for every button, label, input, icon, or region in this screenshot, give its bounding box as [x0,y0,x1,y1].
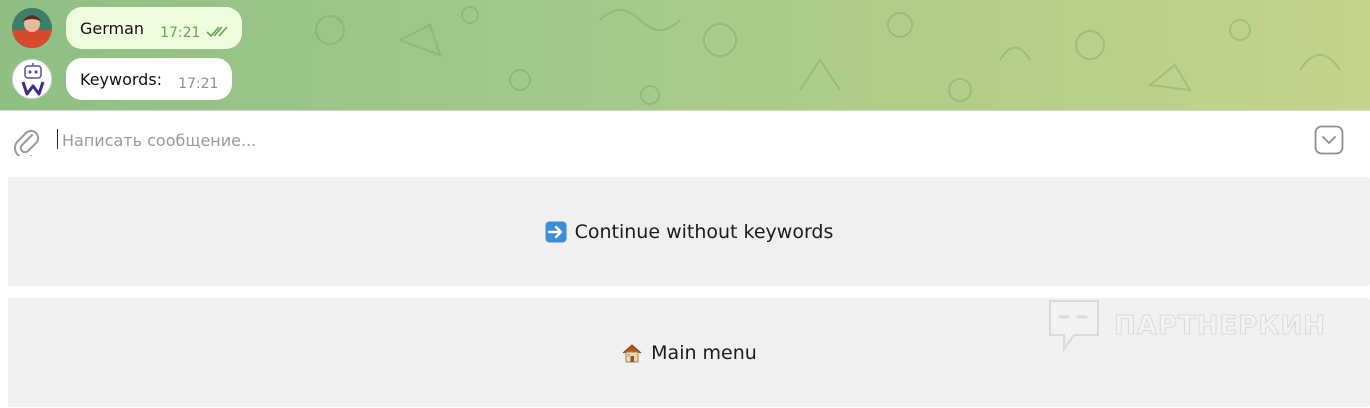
text-caret [57,129,58,149]
house-emoji-icon [621,342,643,364]
watermark: ПАРТНЕРКИН [1046,297,1326,355]
speech-bubble-logo-icon [1049,300,1099,353]
message-input[interactable] [62,126,1262,154]
message-text: German [80,18,145,38]
message-composer [0,112,1370,170]
chat-history: German 17:21 Keywords: 17:21 [0,0,1370,111]
double-check-icon [206,23,229,42]
message-row-incoming: Keywords: 17:21 [12,58,233,100]
bot-avatar[interactable] [12,59,52,99]
message-bubble[interactable]: Keywords: 17:21 [66,58,233,100]
paperclip-icon[interactable] [12,126,40,159]
message-row-outgoing: German 17:21 [12,7,243,49]
button-label: Main menu [651,341,757,364]
continue-without-keywords-button[interactable]: Continue without keywords [8,177,1370,286]
message-time: 17:21 [178,76,219,92]
user-avatar[interactable] [12,8,52,48]
right-arrow-emoji-icon [545,221,567,243]
button-label: Continue without keywords [574,220,834,243]
message-time: 17:21 [160,25,201,41]
message-bubble[interactable]: German 17:21 [66,7,243,49]
watermark-text: ПАРТНЕРКИН [1113,311,1327,342]
message-text: Keywords: [80,69,163,89]
bot-keyboard-toggle-icon[interactable] [1314,125,1344,155]
